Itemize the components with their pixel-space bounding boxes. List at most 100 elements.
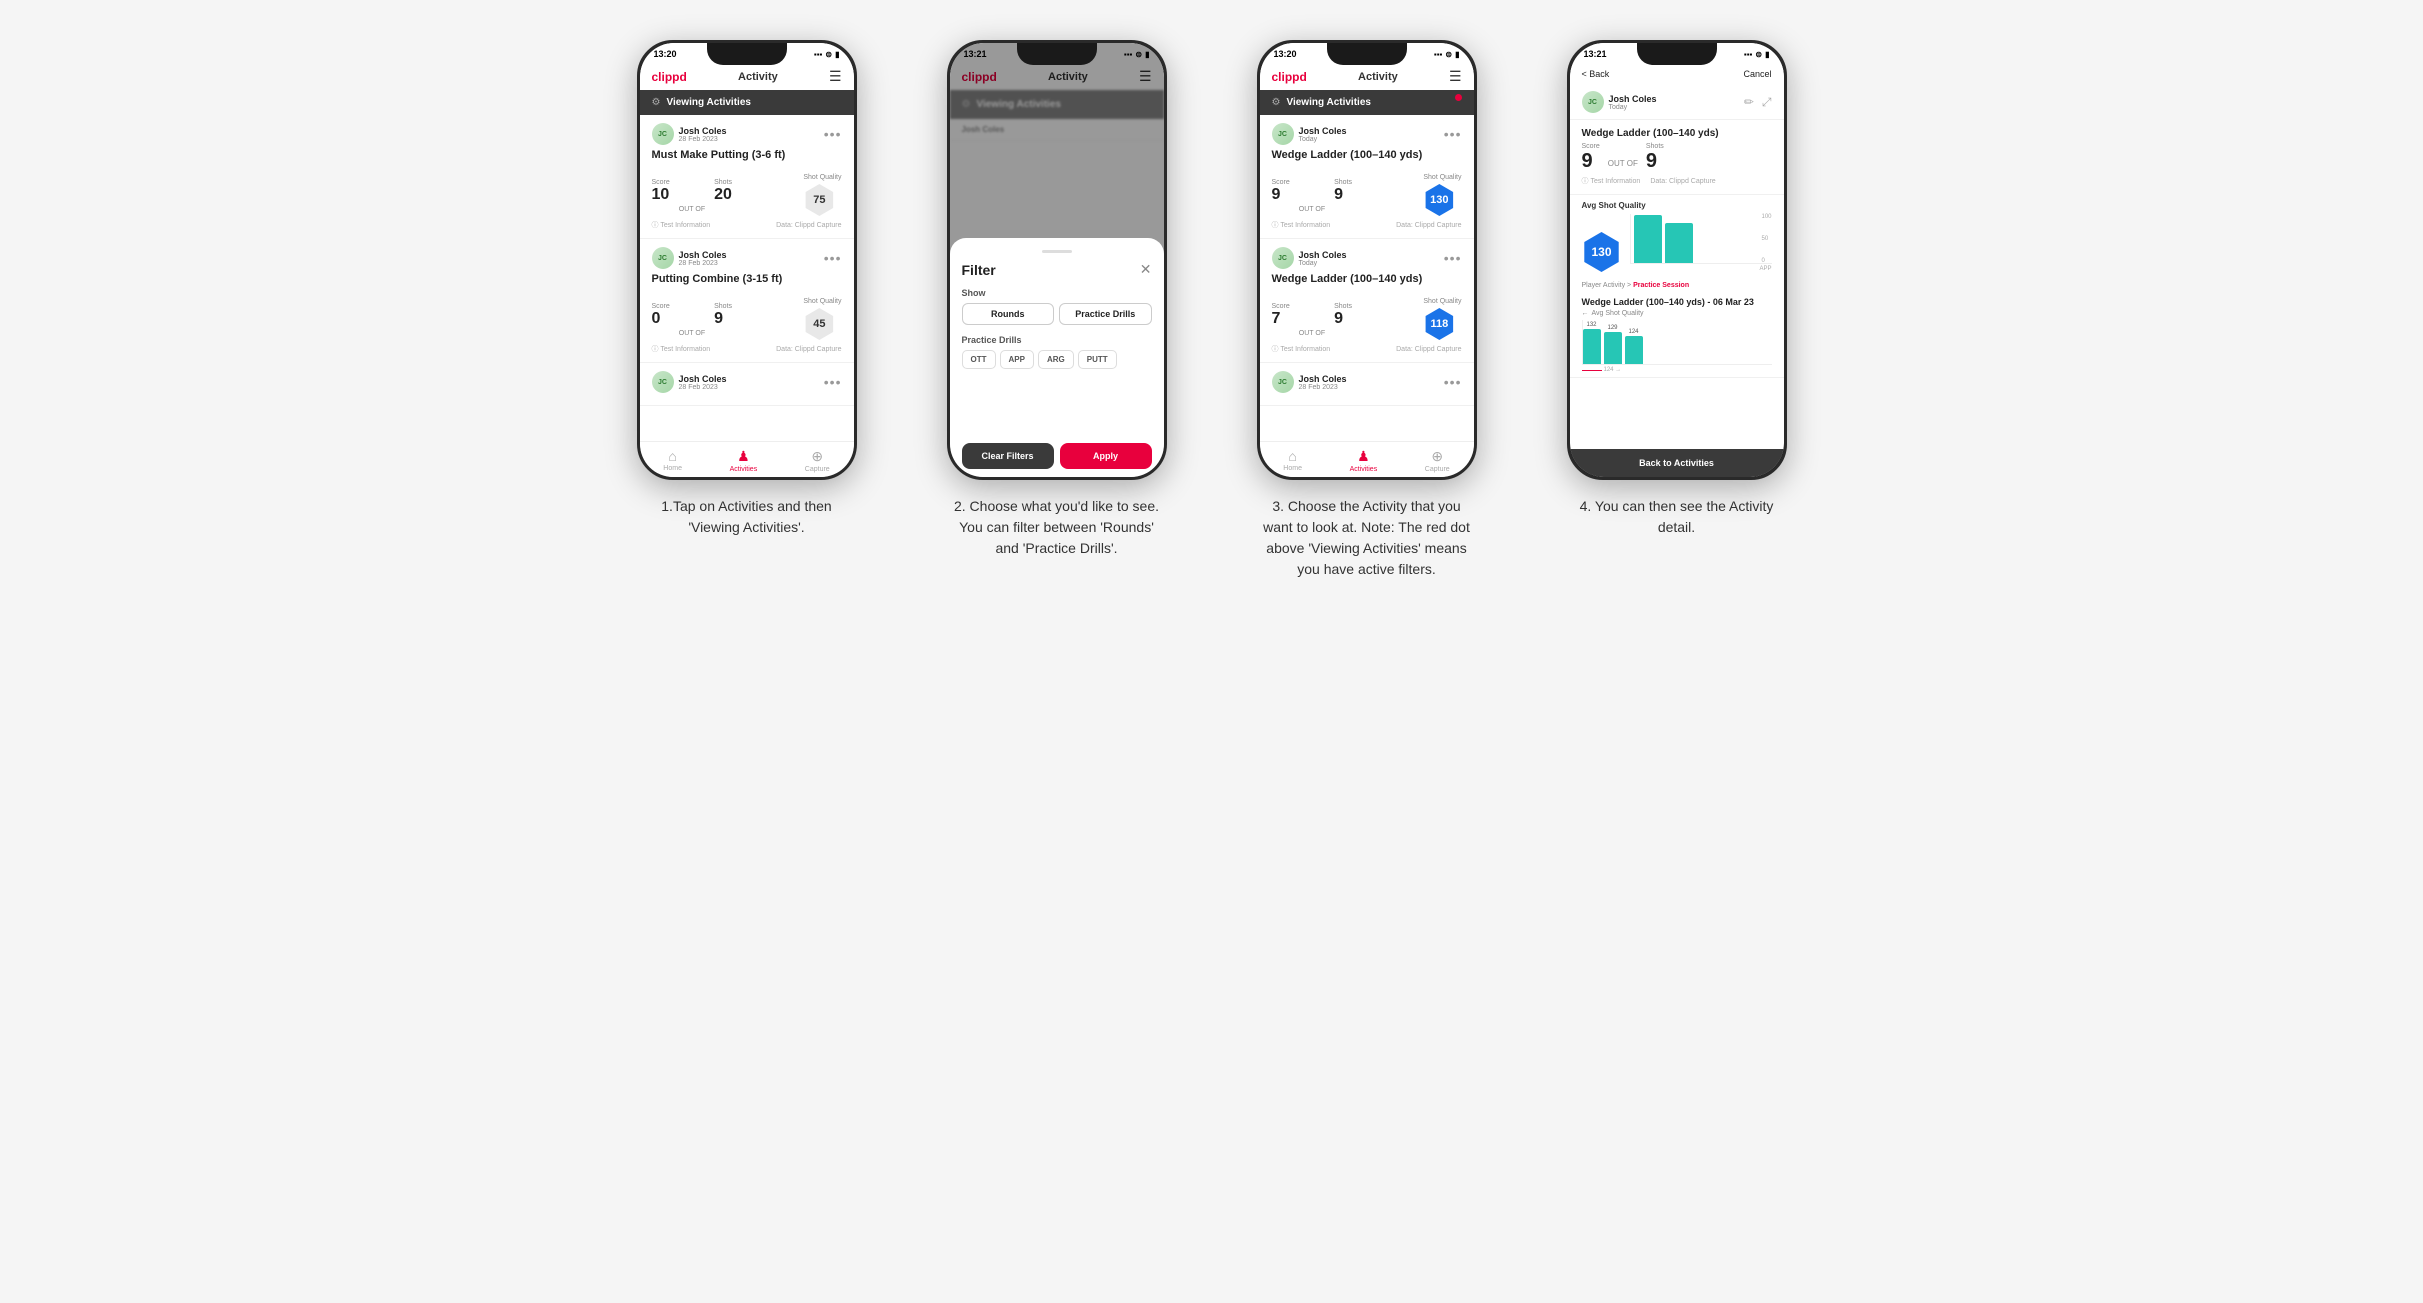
menu-icon-3[interactable]: ☰ <box>1449 68 1462 85</box>
signal-icon-3: ▪▪▪ <box>1434 50 1443 59</box>
nav-activities-1[interactable]: ♟ Activities <box>730 448 758 473</box>
bottom-nav-3: ⌂ Home ♟ Activities ⊕ Capture <box>1260 441 1474 477</box>
data-source-1-1: Data: Clippd Capture <box>776 220 841 230</box>
test-info-1-1: ⓘ Test Information <box>652 220 711 230</box>
shots-group-1-1: Shots 20 <box>714 179 732 204</box>
status-time-4: 13:21 <box>1584 49 1607 59</box>
menu-icon-1[interactable]: ☰ <box>829 68 842 85</box>
user-name-4: Josh Coles <box>1609 94 1657 104</box>
bar-val-4-0: 132 <box>1586 322 1596 328</box>
nav-home-1[interactable]: ⌂ Home <box>663 448 682 473</box>
chart-section-4: Avg Shot Quality 130 APP <box>1570 195 1784 278</box>
activity-card-3-2[interactable]: JC Josh Coles Today ••• Wedge Ladder (10… <box>1260 239 1474 363</box>
score-group-1-2: Score 0 <box>652 303 670 328</box>
caption-2: 2. Choose what you'd like to see. You ca… <box>947 496 1167 559</box>
detail-bar-group-4-1: 129 <box>1604 325 1622 364</box>
phone-screen-1: 13:20 ▪▪▪ ⊜ ▮ clippd Activity ☰ ⚙ View <box>640 43 854 477</box>
x-label-4: APP <box>1759 266 1771 272</box>
apply-btn-2[interactable]: Apply <box>1060 443 1152 469</box>
detail-user-info-4: JC Josh Coles Today <box>1582 91 1657 113</box>
viewing-bar-text-3: Viewing Activities <box>1286 97 1370 108</box>
detail-bar-group-4-2: 124 <box>1625 329 1643 364</box>
wifi-icon-3: ⊜ <box>1445 50 1452 59</box>
filter-actions-2: Clear Filters Apply <box>962 443 1152 469</box>
more-icon-3-3[interactable]: ••• <box>1444 374 1462 390</box>
user-name-3-1: Josh Coles <box>1299 126 1347 136</box>
clippd-capture-4: Data: Clippd Capture <box>1650 178 1715 185</box>
bottom-nav-1: ⌂ Home ♟ Activities ⊕ Capture <box>640 441 854 477</box>
score-label-1-1: Score <box>652 179 670 186</box>
app-header-1: clippd Activity ☰ <box>640 63 854 90</box>
test-info-3-1: ⓘ Test Information <box>1272 220 1331 230</box>
phone-3: 13:20 ▪▪▪ ⊜ ▮ clippd Activity ☰ ⚙ View <box>1257 40 1477 480</box>
filter-icon-1: ⚙ <box>652 97 661 108</box>
avatar-1-2: JC <box>652 247 674 269</box>
close-btn-2[interactable]: ✕ <box>1140 261 1152 278</box>
expand-icon-4[interactable]: ⤢ <box>1762 95 1772 110</box>
detail-score-section-4: Wedge Ladder (100–140 yds) Score 9 OUT O… <box>1570 120 1784 195</box>
phone-screen-2: 13:21 ▪▪▪ ⊜ ▮ clippd Activity ☰ ⚙ <box>950 43 1164 477</box>
wifi-icon-1: ⊜ <box>825 50 832 59</box>
header-title-1: Activity <box>738 71 778 83</box>
edit-icon-4[interactable]: ✏ <box>1744 95 1754 110</box>
shots-section-4: Shots 9 <box>1646 143 1664 173</box>
card-header-1-2: JC Josh Coles 28 Feb 2023 ••• <box>652 247 842 269</box>
shot-quality-label-1-1: Shot Quality <box>803 174 841 181</box>
filter-title-2: Filter <box>962 262 996 278</box>
practice-drills-btn-2[interactable]: Practice Drills <box>1059 303 1152 325</box>
drill-name-3-2: Wedge Ladder (100–140 yds) <box>1272 273 1462 285</box>
phone-screen-3: 13:20 ▪▪▪ ⊜ ▮ clippd Activity ☰ ⚙ View <box>1260 43 1474 477</box>
out-of-1-1: OUT OF <box>679 206 705 213</box>
card-footer-3-1: ⓘ Test Information Data: Clippd Capture <box>1272 220 1462 230</box>
more-icon-3-2[interactable]: ••• <box>1444 250 1462 266</box>
stats-row-3-1: Score 9 OUT OF Shots 9 Shot Quality 130 <box>1272 166 1462 216</box>
tag-arg-2[interactable]: ARG <box>1038 350 1074 369</box>
filter-overlay-2: Filter ✕ Show Rounds Practice Drills Pra… <box>950 43 1164 477</box>
score-val-1-1: 10 <box>652 186 670 204</box>
more-icon-1-2[interactable]: ••• <box>824 250 842 266</box>
tag-app-2[interactable]: APP <box>1000 350 1034 369</box>
more-icon-3-1[interactable]: ••• <box>1444 126 1462 142</box>
score-val-1-2: 0 <box>652 310 670 328</box>
nav-activities-3[interactable]: ♟ Activities <box>1350 448 1378 473</box>
clear-filters-btn-2[interactable]: Clear Filters <box>962 443 1054 469</box>
nav-capture-1[interactable]: ⊕ Capture <box>805 448 830 473</box>
nav-home-3[interactable]: ⌂ Home <box>1283 448 1302 473</box>
activity-card-3-1[interactable]: JC Josh Coles Today ••• Wedge Ladder (10… <box>1260 115 1474 239</box>
nav-capture-3[interactable]: ⊕ Capture <box>1425 448 1450 473</box>
activity-card-1-2[interactable]: JC Josh Coles 28 Feb 2023 ••• Putting Co… <box>640 239 854 363</box>
shots-group-3-2: Shots 9 <box>1334 303 1352 328</box>
user-info-1-1: JC Josh Coles 28 Feb 2023 <box>652 123 727 145</box>
activities-icon-3: ♟ <box>1357 448 1370 465</box>
tag-putt-2[interactable]: PUTT <box>1078 350 1117 369</box>
detail-bar-4-2 <box>1625 336 1643 364</box>
cancel-btn-4[interactable]: Cancel <box>1743 69 1771 79</box>
signal-icon-1: ▪▪▪ <box>814 50 823 59</box>
user-name-3-2: Josh Coles <box>1299 250 1347 260</box>
detail-avg-label-4: ← Avg Shot Quality <box>1582 310 1772 317</box>
avg-line-text-4: 124 → <box>1604 367 1622 373</box>
back-to-activities-btn-4[interactable]: Back to Activities <box>1570 449 1784 477</box>
detail-user-row-4: JC Josh Coles Today ✏ ⤢ <box>1570 85 1784 120</box>
user-date-1-2: 28 Feb 2023 <box>679 260 727 267</box>
detail-shots-label-4: Shots <box>1646 143 1664 150</box>
user-info-3-1: JC Josh Coles Today <box>1272 123 1347 145</box>
more-icon-1-1[interactable]: ••• <box>824 126 842 142</box>
tag-ott-2[interactable]: OTT <box>962 350 996 369</box>
back-btn-4[interactable]: < Back <box>1582 69 1610 79</box>
bar-val-4-2: 124 <box>1628 329 1638 335</box>
data-source-1-2: Data: Clippd Capture <box>776 344 841 354</box>
shots-label-1-2: Shots <box>714 303 732 310</box>
more-icon-1-3[interactable]: ••• <box>824 374 842 390</box>
shots-group-1-2: Shots 9 <box>714 303 732 328</box>
sheet-handle-2 <box>1042 250 1072 253</box>
shot-quality-badge-3-1: 130 <box>1423 184 1455 216</box>
shot-quality-group-3-2: Shot Quality 118 <box>1423 290 1461 340</box>
viewing-bar-1[interactable]: ⚙ Viewing Activities <box>640 90 854 115</box>
viewing-bar-3[interactable]: ⚙ Viewing Activities <box>1260 90 1474 115</box>
activity-card-1-1[interactable]: JC Josh Coles 28 Feb 2023 ••• Must Make … <box>640 115 854 239</box>
rounds-btn-2[interactable]: Rounds <box>962 303 1055 325</box>
avatar-3-1: JC <box>1272 123 1294 145</box>
practice-session-link-4[interactable]: Practice Session <box>1633 282 1689 289</box>
shot-quality-badge-3-2: 118 <box>1423 308 1455 340</box>
